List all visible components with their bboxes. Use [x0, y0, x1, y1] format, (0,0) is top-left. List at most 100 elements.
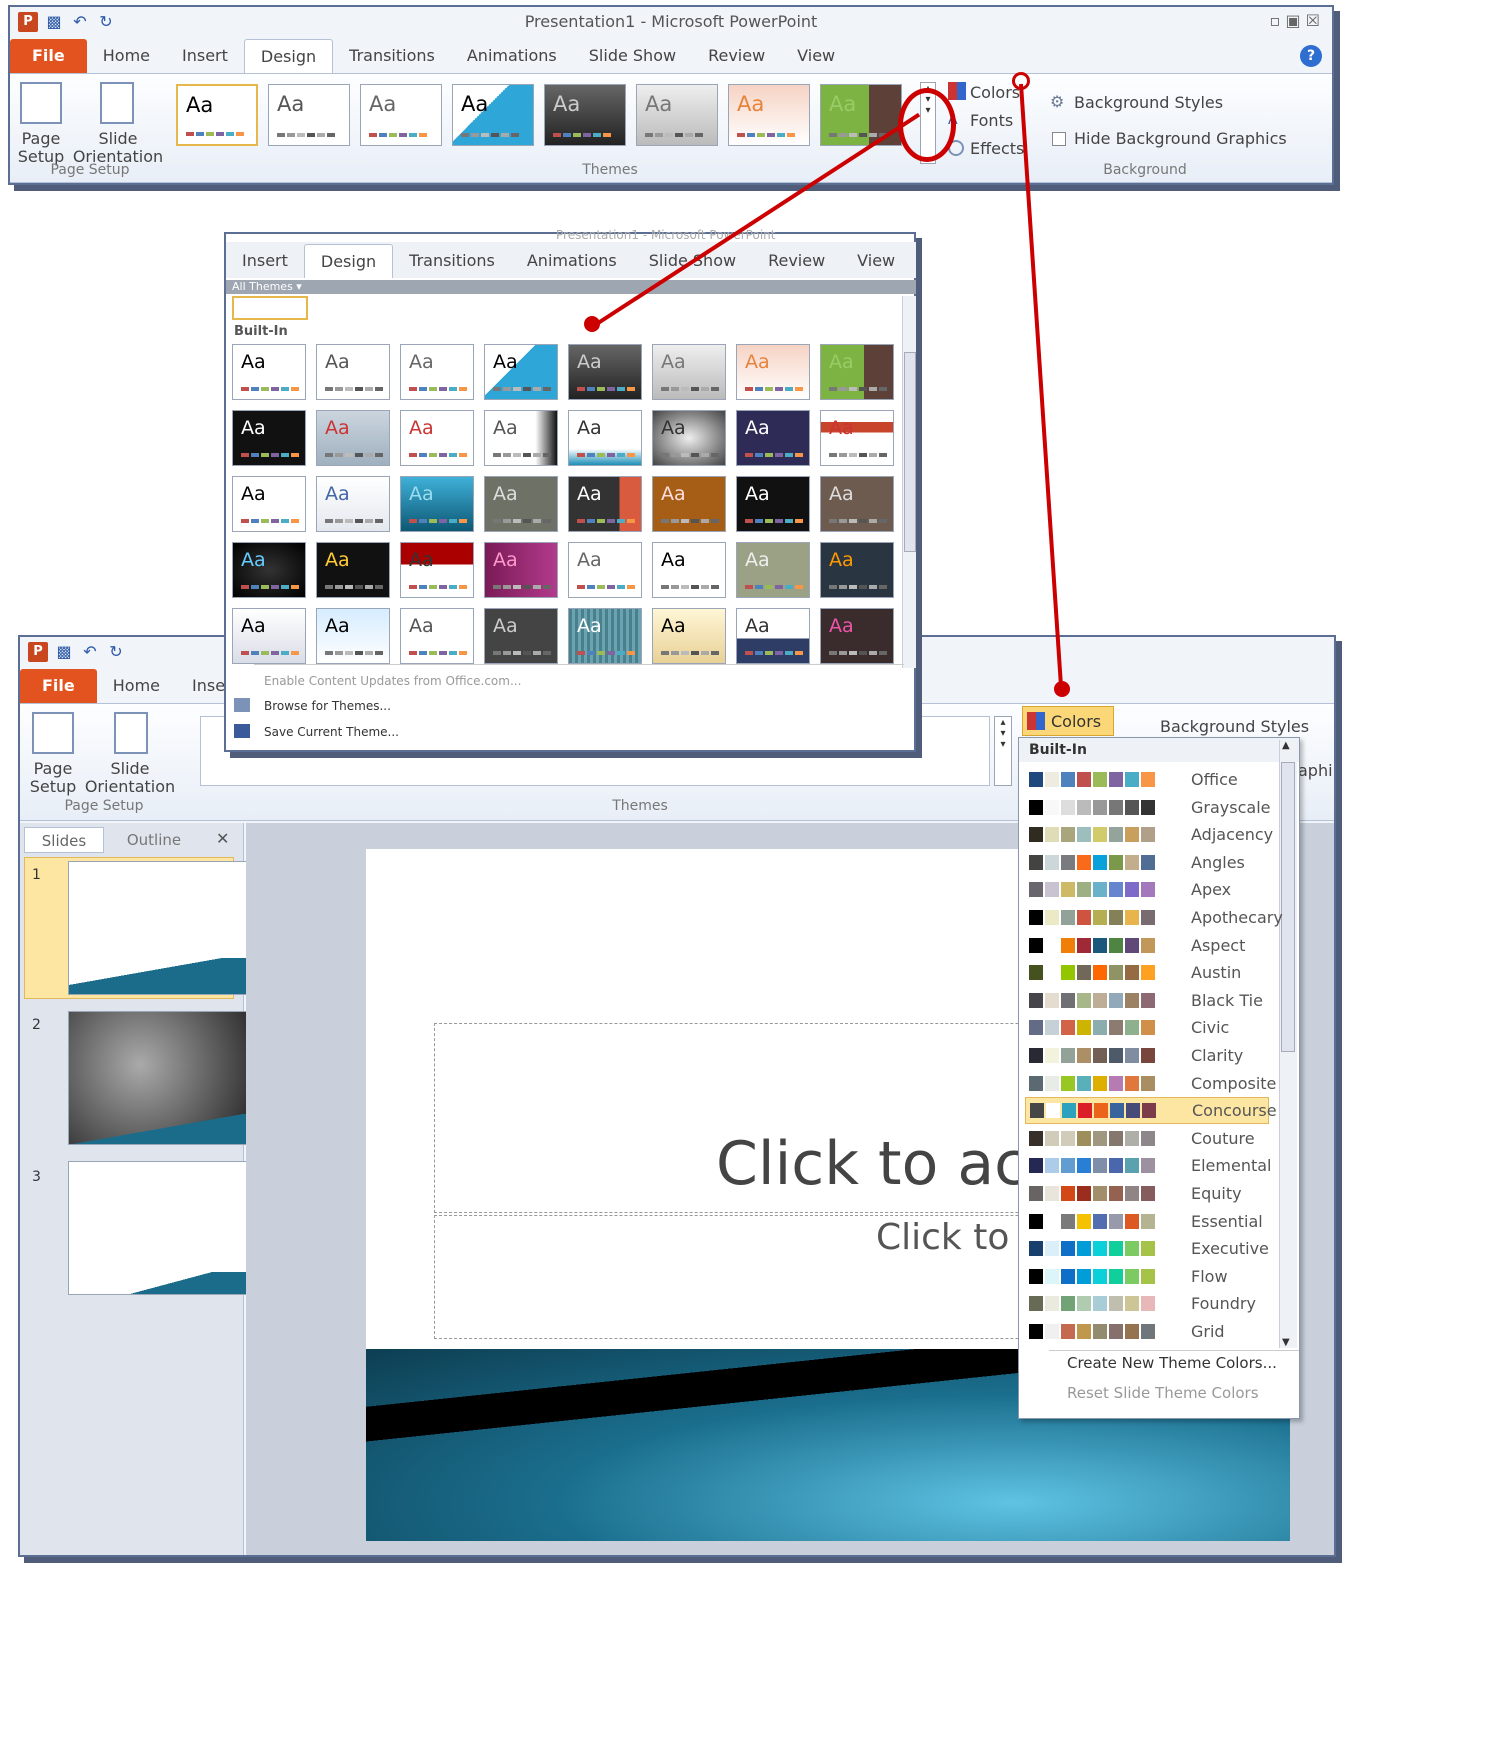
slide-thumbnail-2[interactable]: [68, 1011, 248, 1145]
color-scheme-flow[interactable]: Flow: [1025, 1263, 1269, 1290]
theme-thumbnail[interactable]: Aa: [360, 84, 442, 146]
tab-slide-show[interactable]: Slide Show: [573, 39, 692, 73]
tab-design[interactable]: Design: [303, 244, 394, 278]
gallery-scrollbar[interactable]: [902, 296, 916, 668]
gallery-theme-thumbnail[interactable]: Aa: [232, 344, 306, 400]
tab-home[interactable]: Home: [87, 39, 166, 73]
color-scheme-adjacency[interactable]: Adjacency: [1025, 821, 1273, 848]
gallery-theme-thumbnail[interactable]: Aa: [652, 344, 726, 400]
colors-button-2[interactable]: Colors: [1022, 706, 1114, 736]
save-theme-item[interactable]: Save Current Theme...: [264, 725, 399, 739]
gallery-theme-thumbnail[interactable]: Aa: [400, 344, 474, 400]
gallery-theme-thumbnail[interactable]: Aa: [568, 608, 642, 664]
page-setup-button-2[interactable]: Page Setup: [28, 760, 78, 796]
gallery-theme-thumbnail[interactable]: Aa: [232, 410, 306, 466]
tab-review[interactable]: Review: [692, 39, 781, 73]
scroll-thumb[interactable]: [904, 352, 916, 552]
theme-thumbnail[interactable]: Aa: [268, 84, 350, 146]
theme-thumbnail[interactable]: Aa: [452, 84, 534, 146]
window-controls[interactable]: ▫ ▣ ☒: [1270, 11, 1320, 30]
background-styles-button[interactable]: Background Styles: [1074, 94, 1223, 112]
save-icon-2[interactable]: ▩: [54, 642, 74, 662]
gallery-theme-thumbnail[interactable]: Aa: [484, 608, 558, 664]
gallery-scroll-buttons-2[interactable]: ▴ ▾ ▾: [994, 716, 1012, 786]
color-scheme-grid[interactable]: Grid: [1025, 1318, 1269, 1345]
tab-file[interactable]: File: [10, 39, 87, 73]
gallery-theme-thumbnail[interactable]: Aa: [820, 476, 894, 532]
color-scheme-foundry[interactable]: Foundry: [1025, 1290, 1269, 1317]
color-scheme-black-tie[interactable]: Black Tie: [1025, 987, 1269, 1014]
color-scheme-grayscale[interactable]: Grayscale: [1025, 794, 1270, 821]
gallery-theme-thumbnail[interactable]: Aa: [484, 344, 558, 400]
browse-themes-item[interactable]: Browse for Themes...: [264, 699, 391, 713]
color-scheme-elemental[interactable]: Elemental: [1025, 1152, 1272, 1179]
close-panel-icon[interactable]: ✕: [216, 829, 229, 848]
color-scheme-couture[interactable]: Couture: [1025, 1125, 1269, 1152]
hide-background-checkbox[interactable]: [1052, 132, 1066, 146]
gallery-theme-thumbnail[interactable]: Aa: [316, 542, 390, 598]
color-scheme-aspect[interactable]: Aspect: [1025, 932, 1269, 959]
tab-outline[interactable]: Outline: [106, 827, 202, 853]
color-scheme-civic[interactable]: Civic: [1025, 1014, 1269, 1041]
tab-slides[interactable]: Slides: [24, 827, 104, 853]
gallery-theme-thumbnail[interactable]: Aa: [652, 476, 726, 532]
gallery-theme-thumbnail[interactable]: Aa: [400, 410, 474, 466]
colors-button[interactable]: Colors: [970, 84, 1020, 102]
gallery-theme-thumbnail[interactable]: Aa: [484, 476, 558, 532]
gallery-theme-thumbnail[interactable]: Aa: [484, 410, 558, 466]
tab-home[interactable]: Home: [97, 669, 176, 703]
gallery-theme-thumbnail[interactable]: Aa: [820, 542, 894, 598]
color-scheme-composite[interactable]: Composite: [1025, 1070, 1276, 1097]
slide-thumbnail-3[interactable]: [68, 1161, 248, 1295]
tab-review[interactable]: Review: [752, 244, 841, 278]
tab-transitions[interactable]: Transitions: [333, 39, 451, 73]
scroll-up-icon[interactable]: ▲: [1282, 740, 1290, 751]
gallery-theme-thumbnail[interactable]: Aa: [736, 410, 810, 466]
tab-file[interactable]: File: [20, 669, 97, 703]
gallery-theme-thumbnail[interactable]: Aa: [484, 542, 558, 598]
gallery-theme-thumbnail[interactable]: Aa: [820, 410, 894, 466]
page-setup-button[interactable]: Page Setup: [16, 130, 66, 166]
theme-thumbnail[interactable]: Aa: [820, 84, 902, 146]
gallery-theme-thumbnail[interactable]: Aa: [316, 344, 390, 400]
color-scheme-equity[interactable]: Equity: [1025, 1180, 1269, 1207]
gallery-theme-thumbnail[interactable]: Aa: [400, 542, 474, 598]
gallery-theme-thumbnail[interactable]: Aa: [232, 608, 306, 664]
gallery-theme-thumbnail[interactable]: Aa: [568, 542, 642, 598]
gallery-theme-thumbnail[interactable]: Aa: [736, 344, 810, 400]
tab-animations[interactable]: Animations: [511, 244, 633, 278]
color-scheme-apex[interactable]: Apex: [1025, 876, 1269, 903]
gallery-theme-thumbnail[interactable]: Aa: [652, 608, 726, 664]
help-icon[interactable]: ?: [1300, 45, 1322, 67]
theme-thumbnail[interactable]: Aa: [176, 84, 258, 146]
all-themes-label[interactable]: All Themes: [232, 280, 293, 293]
slide-thumbnail-1[interactable]: [68, 861, 248, 995]
theme-thumbnail[interactable]: Aa: [544, 84, 626, 146]
gallery-theme-thumbnail[interactable]: Aa: [400, 608, 474, 664]
slide-orientation-button[interactable]: Slide Orientation: [68, 130, 168, 166]
tab-view[interactable]: View: [781, 39, 851, 73]
current-theme-thumb[interactable]: [232, 296, 308, 320]
tab-insert[interactable]: Insert: [226, 244, 304, 278]
gallery-theme-thumbnail[interactable]: Aa: [736, 476, 810, 532]
theme-thumbnail[interactable]: Aa: [636, 84, 718, 146]
colors-scrollbar[interactable]: ▲ ▼: [1279, 740, 1297, 1348]
gallery-theme-thumbnail[interactable]: Aa: [568, 410, 642, 466]
redo-icon-2[interactable]: ↻: [106, 642, 126, 662]
effects-button[interactable]: Effects: [970, 140, 1024, 158]
color-scheme-essential[interactable]: Essential: [1025, 1208, 1269, 1235]
slide-orientation-button-2[interactable]: Slide Orientation: [80, 760, 180, 796]
gallery-theme-thumbnail[interactable]: Aa: [568, 344, 642, 400]
color-scheme-office[interactable]: Office: [1025, 766, 1269, 793]
gallery-theme-thumbnail[interactable]: Aa: [232, 476, 306, 532]
gallery-theme-thumbnail[interactable]: Aa: [316, 608, 390, 664]
gallery-theme-thumbnail[interactable]: Aa: [232, 542, 306, 598]
gallery-theme-thumbnail[interactable]: Aa: [652, 410, 726, 466]
gallery-theme-thumbnail[interactable]: Aa: [316, 410, 390, 466]
tab-transitions[interactable]: Transitions: [393, 244, 511, 278]
gallery-theme-thumbnail[interactable]: Aa: [820, 344, 894, 400]
tab-design[interactable]: Design: [243, 39, 334, 73]
background-styles-button-2[interactable]: Background Styles: [1160, 718, 1309, 736]
tab-view[interactable]: View: [841, 244, 911, 278]
scroll-down-icon[interactable]: ▼: [1282, 1337, 1290, 1348]
